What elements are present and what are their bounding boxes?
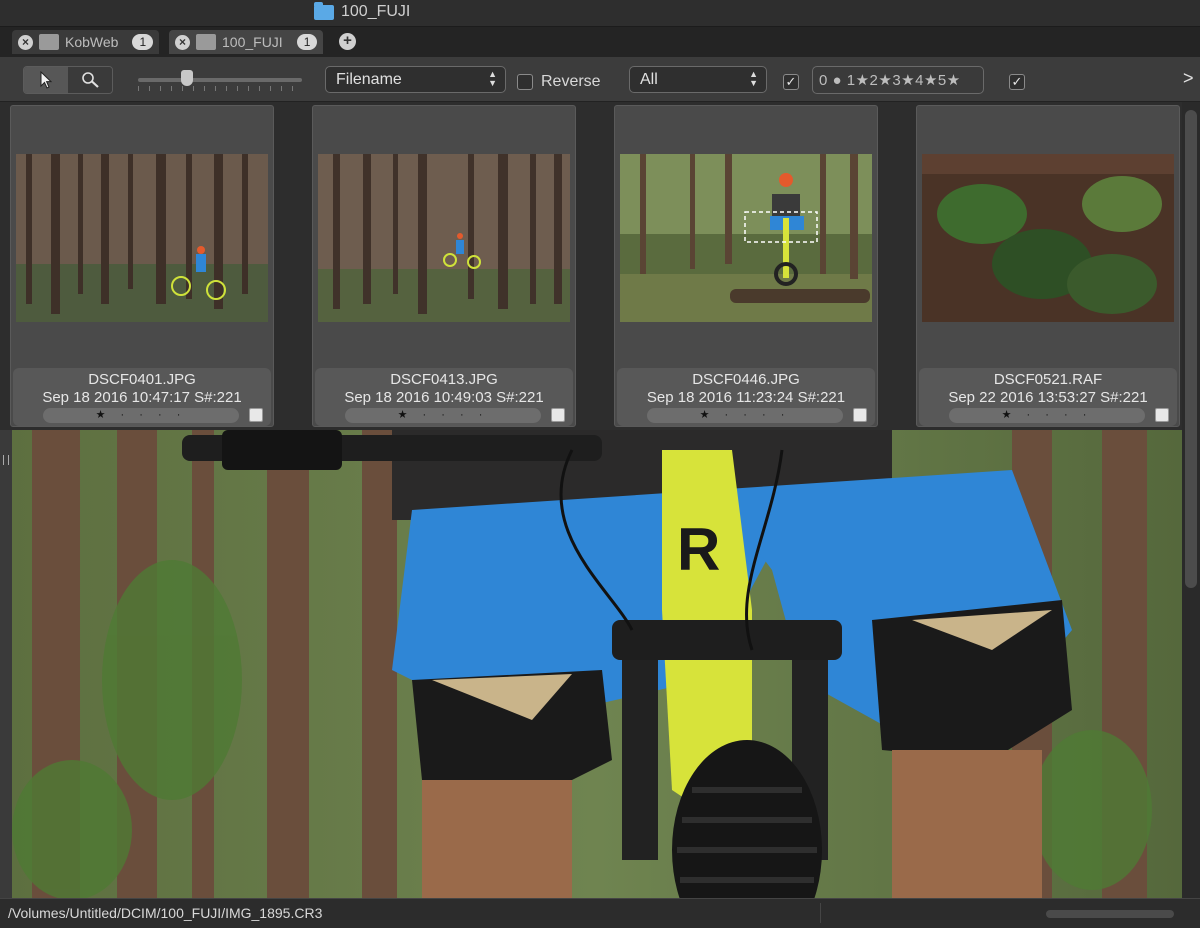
rating-filter-checkbox[interactable]: ✓ [783,74,799,90]
select-arrows-icon: ▲ ▼ [488,69,497,88]
select-checkbox[interactable] [249,408,263,422]
thumbnail-card[interactable]: DSCF0521.RAF Sep 22 2016 13:53:27 S#:221… [916,105,1180,427]
magnifier-icon [82,72,99,88]
chevron-right-icon[interactable]: > [1183,68,1194,89]
pointer-tool-button[interactable] [24,67,68,93]
tool-selector [23,66,113,94]
thumbnail-image [922,154,1174,322]
thumbnail-image [318,154,570,322]
rating-stars[interactable]: ★ · · · · [949,408,1145,423]
thumbnail-filename: DSCF0413.JPG [390,371,498,388]
thumbnail-size-slider[interactable] [138,78,302,82]
folder-icon [314,1,334,20]
folder-icon [39,34,59,50]
select-checkbox[interactable] [853,408,867,422]
rating-stars[interactable]: ★ · · · · [647,408,843,423]
horizontal-scrollbar[interactable] [1046,910,1174,918]
rating-stars[interactable]: ★ · · · · [43,408,239,423]
scrollbar-thumb[interactable] [1185,110,1197,588]
arrow-pointer-icon [40,71,53,89]
title-bar: 100_FUJI [0,0,1200,27]
filter-select[interactable]: All ▲ ▼ [629,66,767,93]
folder-icon [196,34,216,50]
sort-field-select[interactable]: Filename ▲ ▼ [325,66,506,93]
splitter-grip-icon [3,455,9,465]
rating-filter-label: 0 ● 1★2★3★4★5★ [819,72,961,89]
tab-bar: × KobWeb 1 × 100_FUJI 1 [0,27,1200,57]
divider [820,903,821,923]
tab-kobweb[interactable]: × KobWeb 1 [12,30,160,54]
window-title: 100_FUJI [341,3,411,20]
vertical-scrollbar[interactable] [1182,102,1200,898]
thumbnail-date: Sep 18 2016 10:47:17 S#:221 [42,389,242,406]
thumbnail-date: Sep 18 2016 11:23:24 S#:221 [646,389,846,406]
thumbnail-info: DSCF0413.JPG Sep 18 2016 10:49:03 S#:221… [315,368,573,426]
extra-filter-checkbox[interactable]: ✓ [1009,74,1025,90]
svg-text:R: R [677,516,720,583]
add-tab-icon[interactable]: + [339,33,356,50]
thumbnail-filename: DSCF0401.JPG [88,371,196,388]
thumbnail-date: Sep 18 2016 10:49:03 S#:221 [344,389,544,406]
image-preview: R [12,430,1182,898]
sort-field-value: Filename [336,70,402,88]
close-icon[interactable]: × [18,34,33,50]
toolbar: Filename ▲ ▼ Reverse All ▲ ▼ ✓ 0 ● 1★2★3★4… [0,57,1200,102]
tab-label: KobWeb [65,34,119,50]
tab-label: 100_FUJI [222,34,283,50]
filter-value: All [640,70,658,88]
splitter-handle[interactable] [0,430,12,898]
select-checkbox[interactable] [551,408,565,422]
status-bar: /Volumes/Untitled/DCIM/100_FUJI/IMG_1895… [0,898,1200,928]
thumbnail-card[interactable]: DSCF0446.JPG Sep 18 2016 11:23:24 S#:221… [614,105,878,427]
select-checkbox[interactable] [1155,408,1169,422]
thumbnail-info: DSCF0521.RAF Sep 22 2016 13:53:27 S#:221… [919,368,1177,426]
slider-ticks [138,86,302,91]
reverse-label: Reverse [541,73,601,90]
thumbnail-date: Sep 22 2016 13:53:27 S#:221 [948,389,1148,406]
slider-knob[interactable] [181,70,193,86]
rating-stars[interactable]: ★ · · · · [345,408,541,423]
window-title-group: 100_FUJI [314,1,411,21]
file-path: /Volumes/Untitled/DCIM/100_FUJI/IMG_1895… [8,905,323,921]
thumbnail-image [620,154,872,322]
select-arrows-icon: ▲ ▼ [749,69,758,88]
thumbnail-grid: DSCF0401.JPG Sep 18 2016 10:47:17 S#:221… [0,102,1182,430]
tab-count-badge: 1 [132,34,154,50]
thumbnail-card[interactable]: DSCF0413.JPG Sep 18 2016 10:49:03 S#:221… [312,105,576,427]
thumbnail-filename: DSCF0446.JPG [692,371,800,388]
thumbnail-image [16,154,268,322]
close-icon[interactable]: × [175,34,190,50]
thumbnail-card[interactable]: DSCF0401.JPG Sep 18 2016 10:47:17 S#:221… [10,105,274,427]
thumbnail-info: DSCF0401.JPG Sep 18 2016 10:47:17 S#:221… [13,368,271,426]
zoom-tool-button[interactable] [68,67,112,93]
tab-count-badge: 1 [296,34,318,50]
thumbnail-info: DSCF0446.JPG Sep 18 2016 11:23:24 S#:221… [617,368,875,426]
rating-filter-control[interactable]: 0 ● 1★2★3★4★5★ [812,66,984,94]
thumbnail-filename: DSCF0521.RAF [993,371,1103,388]
reverse-checkbox[interactable] [517,74,533,90]
tab-100-fuji[interactable]: × 100_FUJI 1 [169,30,324,54]
